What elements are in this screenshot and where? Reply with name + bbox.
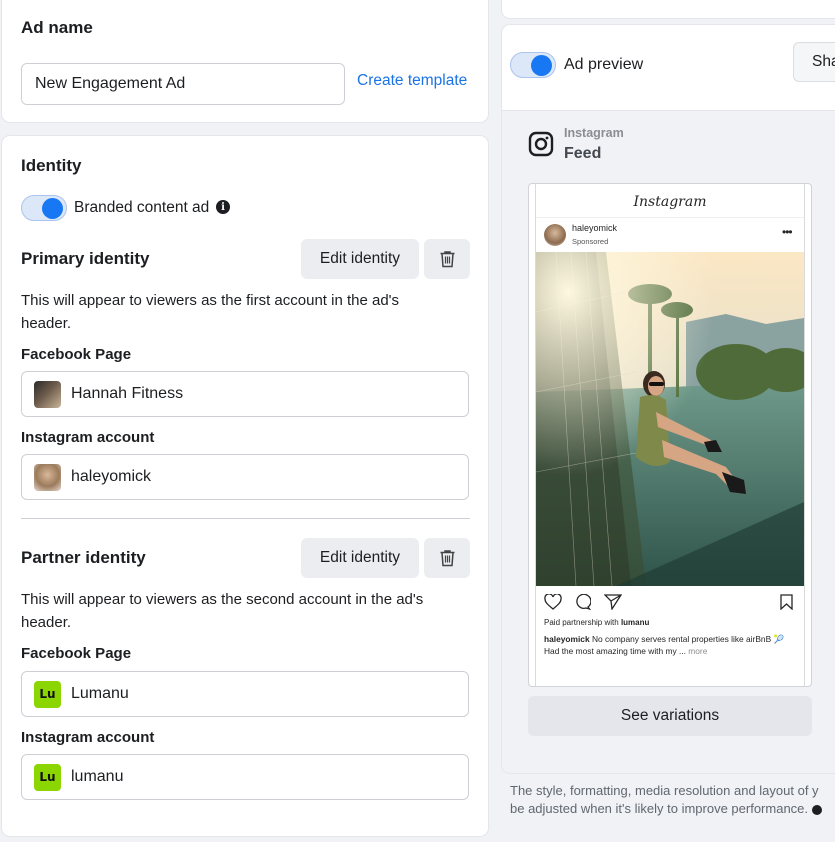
paid-partnership-line: Paid partnership with lumanu: [544, 618, 649, 627]
post-username: haleyomick: [572, 223, 618, 233]
partner-instagram-select[interactable]: Lu lumanu: [21, 754, 469, 800]
partner-facebook-value: Lumanu: [71, 685, 129, 702]
preview-footer-line-1: The style, formatting, media resolution …: [510, 783, 819, 798]
ad-name-heading: Ad name: [21, 18, 93, 37]
more-options-icon[interactable]: •••: [782, 225, 793, 239]
preview-footer-text: The style, formatting, media resolution …: [510, 782, 835, 818]
instagram-icon: [528, 131, 554, 157]
ad-name-input[interactable]: New Engagement Ad: [21, 63, 345, 105]
ad-preview-toggle[interactable]: [510, 52, 556, 78]
partner-description: This will appear to viewers as the secon…: [21, 591, 424, 631]
preview-footer-line-2: be adjusted when it's likely to improve …: [510, 800, 835, 818]
post-avatar: [544, 224, 566, 246]
primary-identity-title: Primary identity: [21, 249, 150, 268]
bookmark-icon[interactable]: [780, 594, 793, 610]
primary-instagram-label: Instagram account: [21, 429, 155, 446]
trash-icon: [440, 550, 454, 567]
hannah-fitness-avatar: [34, 380, 61, 408]
caption: haleyomick No company serves rental prop…: [544, 633, 799, 657]
identity-heading: Identity: [21, 156, 82, 175]
partner-edit-identity-button[interactable]: Edit identity: [301, 538, 419, 578]
partner-facebook-select[interactable]: Lu Lumanu: [21, 671, 469, 717]
trash-icon: [440, 251, 454, 268]
post-image: [536, 252, 804, 586]
lumanu-logo: Lu: [34, 763, 61, 791]
toggle-knob: [42, 198, 63, 219]
paid-partnership-prefix: Paid partnership with: [544, 618, 621, 627]
preview-footer-line-2-text: be adjusted when it's likely to improve …: [510, 801, 809, 816]
primary-facebook-value: Hannah Fitness: [71, 385, 184, 402]
share-icon[interactable]: [604, 594, 622, 610]
instagram-wordmark: Instagram: [633, 194, 707, 210]
info-icon[interactable]: i: [216, 200, 230, 214]
lumanu-logo: Lu: [34, 680, 61, 708]
ad-preview-card: Ad preview Sha Instagram Feed Instagram …: [502, 25, 835, 773]
preview-top-strip: [502, 0, 835, 18]
sponsored-label: Sponsored: [572, 237, 609, 246]
instagram-feed-mockup: Instagram haleyomick Sponsored ••• Paid …: [528, 183, 812, 687]
like-icon[interactable]: [544, 594, 562, 610]
primary-facebook-select[interactable]: Hannah Fitness: [21, 371, 469, 417]
branded-content-label: Branded content ad: [74, 199, 210, 216]
ad-name-card: Ad name New Engagement Ad Create templat…: [2, 0, 488, 122]
caption-username: haleyomick: [544, 634, 590, 644]
info-icon[interactable]: [811, 804, 822, 815]
partner-delete-button[interactable]: [424, 538, 470, 578]
caption-more[interactable]: more: [686, 646, 707, 656]
identity-card: Identity Branded content ad i Primary id…: [2, 136, 488, 836]
placement-label: Feed: [564, 145, 602, 162]
branded-content-toggle[interactable]: [21, 195, 67, 221]
primary-instagram-select[interactable]: haleyomick: [21, 454, 469, 500]
identity-divider: [21, 518, 470, 519]
see-variations-button[interactable]: See variations: [528, 696, 812, 736]
primary-facebook-label: Facebook Page: [21, 346, 132, 363]
preview-area: Instagram Feed Instagram haleyomick Spon…: [502, 110, 835, 773]
toggle-knob: [531, 55, 552, 76]
share-button[interactable]: Sha: [793, 42, 835, 82]
comment-icon[interactable]: [574, 594, 591, 610]
primary-instagram-value: haleyomick: [71, 468, 152, 485]
primary-description: This will appear to viewers as the first…: [21, 292, 400, 332]
primary-edit-identity-button[interactable]: Edit identity: [301, 239, 419, 279]
partner-instagram-value: lumanu: [71, 768, 124, 785]
create-template-link[interactable]: Create template: [357, 72, 467, 90]
partner-facebook-label: Facebook Page: [21, 645, 132, 662]
partner-instagram-label: Instagram account: [21, 729, 155, 746]
ad-preview-label: Ad preview: [564, 56, 644, 73]
platform-label: Instagram: [564, 126, 624, 140]
primary-delete-button[interactable]: [424, 239, 470, 279]
partner-name: lumanu: [620, 618, 650, 627]
partner-identity-title: Partner identity: [21, 548, 146, 567]
haleyomick-avatar: [34, 463, 61, 491]
